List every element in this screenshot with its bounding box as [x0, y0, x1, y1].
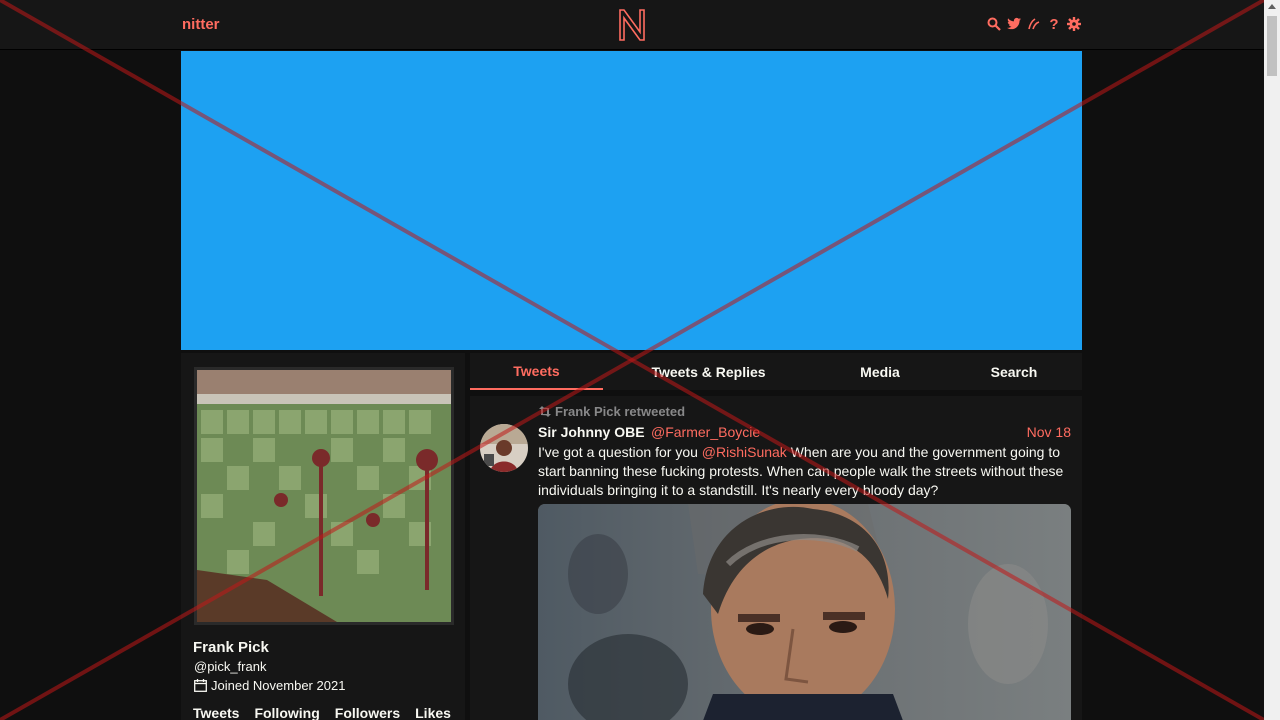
tab-search[interactable]: Search [964, 353, 1064, 390]
profile-avatar[interactable] [194, 367, 454, 625]
tab-tweets-replies[interactable]: Tweets & Replies [630, 353, 787, 390]
page-scrollbar[interactable] [1264, 0, 1280, 720]
scroll-thumb[interactable] [1267, 16, 1277, 76]
stat-likes[interactable]: Likes [415, 705, 451, 720]
profile-handle[interactable]: @pick_frank [194, 659, 266, 674]
joined-text: Joined November 2021 [211, 678, 346, 693]
tab-tweets[interactable]: Tweets [470, 353, 603, 390]
profile-joined: Joined November 2021 [194, 678, 345, 693]
retweeted-by[interactable]: Frank Pick retweeted [555, 404, 685, 419]
timeline: Frank Pick retweeted Sir Johnny OBE @Far… [470, 396, 1082, 720]
profile-name[interactable]: Frank Pick [193, 639, 269, 656]
tab-media[interactable]: Media [830, 353, 930, 390]
retweet-icon [539, 406, 551, 417]
tweet-text: I've got a question for you @RishiSunak … [538, 443, 1073, 500]
retweet-header: Frank Pick retweeted [538, 404, 685, 419]
profile-stats: Tweets Following Followers Likes [193, 705, 451, 720]
nitter-home-link[interactable]: nitter [182, 16, 220, 33]
tweet-author-name[interactable]: Sir Johnny OBE [538, 424, 645, 440]
nav-icons: ? [986, 15, 1082, 33]
rss-icon[interactable] [1026, 15, 1042, 33]
gear-icon[interactable] [1066, 15, 1082, 33]
scroll-up-arrow-icon[interactable] [1268, 4, 1276, 9]
twitter-icon[interactable] [1006, 15, 1022, 33]
search-icon[interactable] [986, 15, 1002, 33]
top-navbar: nitter ? [0, 0, 1264, 50]
stat-following[interactable]: Following [254, 705, 319, 720]
tweet-author-handle[interactable]: @Farmer_Boycie [651, 424, 760, 440]
nitter-logo-icon[interactable] [617, 8, 647, 42]
help-icon[interactable]: ? [1046, 15, 1062, 33]
profile-banner[interactable] [181, 51, 1082, 350]
profile-card: Frank Pick @pick_frank Joined November 2… [181, 353, 465, 720]
stat-tweets[interactable]: Tweets [193, 705, 239, 720]
profile-tabs: Tweets Tweets & Replies Media Search [470, 353, 1082, 390]
tweet-text-before: I've got a question for you [538, 444, 702, 460]
tweet-author-avatar[interactable] [480, 424, 528, 472]
tweet-mention[interactable]: @RishiSunak [702, 444, 787, 460]
tweet-media-image[interactable] [538, 504, 1071, 720]
calendar-icon [194, 679, 207, 692]
tweet-date[interactable]: Nov 18 [1027, 424, 1071, 440]
stat-followers[interactable]: Followers [335, 705, 400, 720]
